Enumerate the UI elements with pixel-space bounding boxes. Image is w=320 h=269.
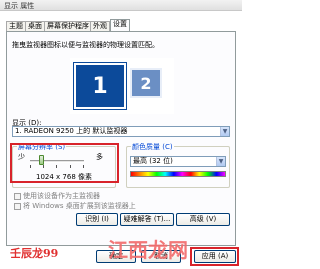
checkbox-box[interactable] (14, 202, 21, 210)
checkbox-box[interactable] (14, 192, 21, 200)
extend-desktop-label: 将 Windows 桌面扩展到该监视器上 (23, 202, 136, 210)
monitor-preview: 1 2 (70, 58, 174, 114)
monitor-1-number: 1 (92, 73, 108, 99)
color-quality-value: 最高 (32 位) (133, 157, 173, 165)
color-quality-title: 颜色质量 (C) (131, 142, 174, 152)
advanced-button[interactable]: 高级 (V) (176, 213, 230, 226)
extend-desktop-checkbox[interactable]: 将 Windows 桌面扩展到该监视器上 (14, 201, 136, 211)
tab-strip: 主题 桌面 屏幕保护程序 外观 设置 (6, 19, 236, 31)
primary-monitor-checkbox[interactable]: 使用该设备作为主监视器 (14, 191, 100, 201)
primary-monitor-label: 使用该设备作为主监视器 (23, 192, 100, 200)
window-title: 显示 属性 (4, 2, 35, 10)
monitor-2-icon[interactable]: 2 (130, 68, 162, 98)
chevron-down-icon: ▼ (216, 157, 225, 166)
tab-settings[interactable]: 设置 (110, 19, 130, 31)
chevron-down-icon: ▼ (220, 127, 229, 136)
apply-highlight-box (190, 247, 239, 266)
color-quality-select[interactable]: 最高 (32 位) ▼ (130, 156, 226, 167)
tab-screensaver[interactable]: 屏幕保护程序 (44, 21, 92, 31)
tab-theme[interactable]: 主题 (6, 21, 26, 31)
identify-button[interactable]: 识别 (I) (76, 213, 118, 226)
monitor-2-number: 2 (140, 73, 152, 93)
color-spectrum-bar (130, 171, 226, 177)
window-titlebar: 显示 属性 (0, 0, 242, 11)
watermark-left: 壬辰龙99 (10, 247, 59, 260)
color-quality-group: 颜色质量 (C) (126, 142, 230, 188)
tab-desktop[interactable]: 桌面 (25, 21, 45, 31)
monitor-1-icon[interactable]: 1 (73, 62, 127, 110)
watermark-center: 江西龙网 (108, 238, 188, 262)
troubleshoot-button[interactable]: 疑难解答 (T)... (120, 213, 174, 226)
tab-appearance[interactable]: 外观 (90, 21, 110, 31)
display-select-value: 1. RADEON 9250 上的 默认监视器 (15, 127, 128, 135)
display-select[interactable]: 1. RADEON 9250 上的 默认监视器 ▼ (12, 126, 230, 137)
drag-description: 拖曳监视器图标以便与监视器的物理设置匹配。 (12, 41, 159, 49)
resolution-highlight-box (10, 143, 119, 183)
